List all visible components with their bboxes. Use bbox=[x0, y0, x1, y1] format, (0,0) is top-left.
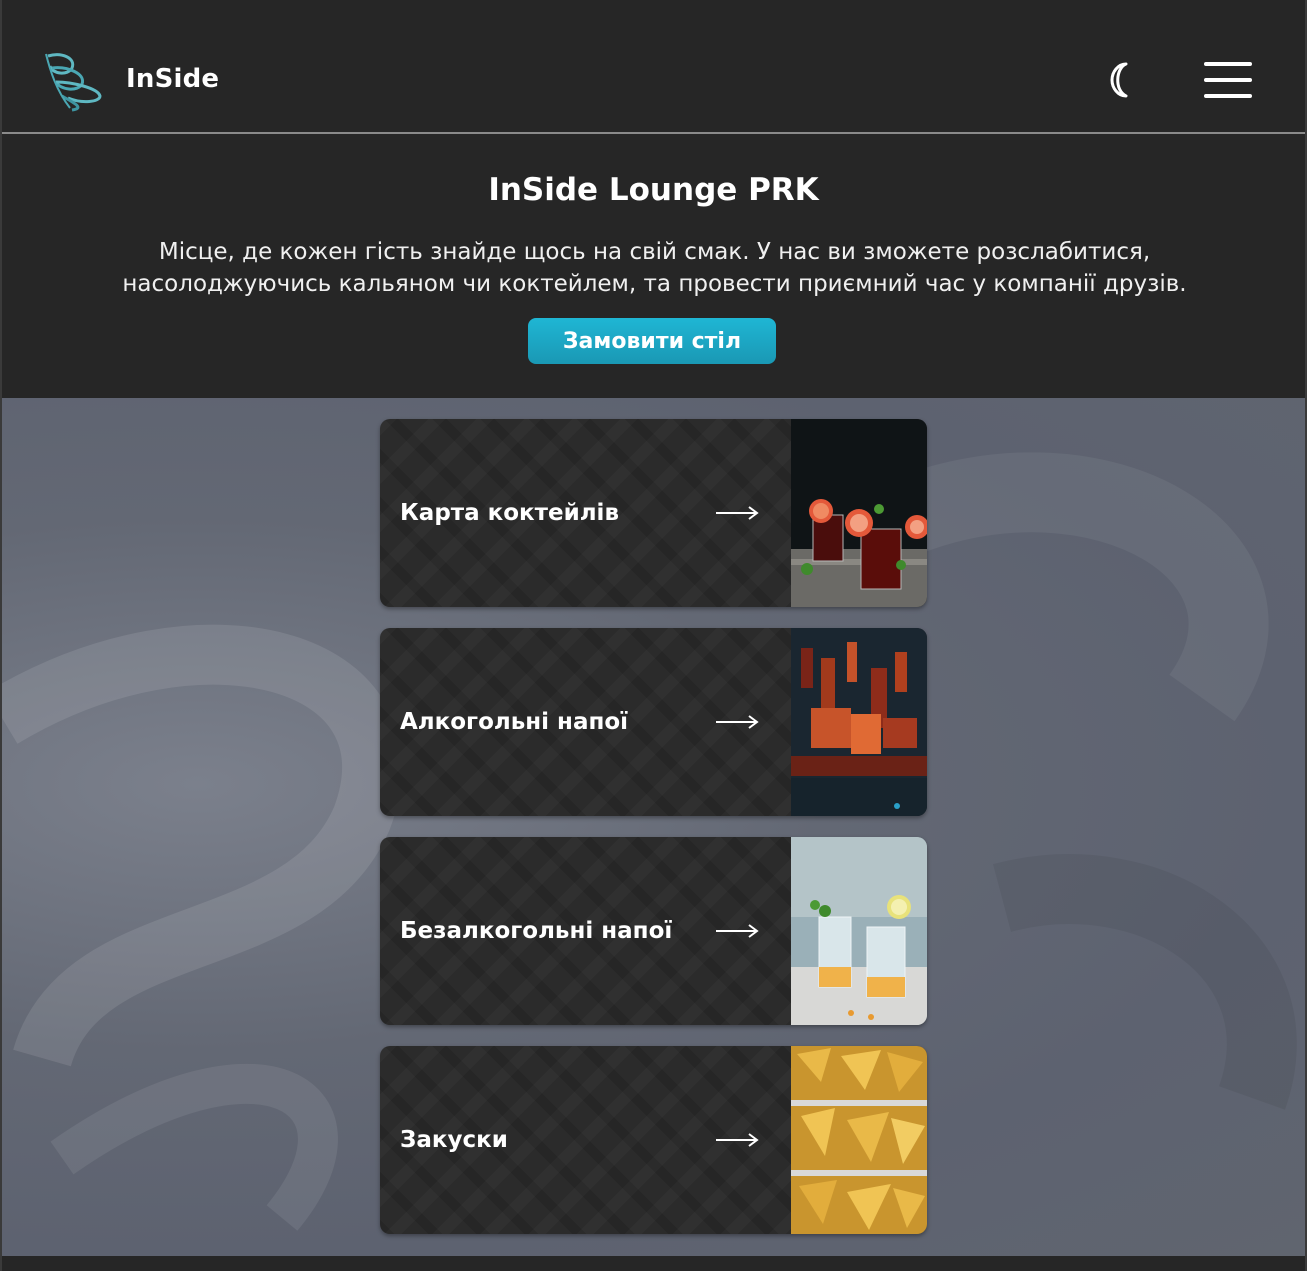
hero-description-line-1: Місце, де кожен гість знайде щось на сві… bbox=[158, 239, 1151, 265]
arrow-right-icon bbox=[716, 1133, 759, 1147]
menu-card-label: Закуски bbox=[400, 1127, 508, 1153]
inside-logo-icon[interactable] bbox=[42, 48, 106, 114]
menu-card-label: Алкогольні напої bbox=[400, 709, 629, 735]
arrow-right-icon bbox=[716, 506, 759, 520]
menu-card-label: Карта коктейлів bbox=[400, 500, 619, 526]
menu-card-alcohol[interactable]: Алкогольні напої bbox=[380, 628, 927, 816]
hero-description: Місце, де кожен гість знайде щось на сві… bbox=[22, 236, 1287, 300]
moon-icon[interactable] bbox=[1106, 60, 1138, 100]
cocktails-photo bbox=[791, 419, 927, 607]
menu-card-soft-drinks[interactable]: Безалкогольні напої bbox=[380, 837, 927, 1025]
hero-description-line-2: насолоджуючись кальяном чи коктейлем, та… bbox=[122, 271, 1187, 297]
nachos-photo bbox=[791, 1046, 927, 1234]
top-navbar: InSide bbox=[2, 0, 1305, 134]
arrow-right-icon bbox=[716, 715, 759, 729]
page-title: InSide Lounge PRK bbox=[488, 172, 819, 208]
book-table-button[interactable]: Замовити стіл bbox=[528, 318, 776, 364]
menu-card-cocktails[interactable]: Карта коктейлів bbox=[380, 419, 927, 607]
hamburger-menu-icon[interactable] bbox=[1204, 60, 1254, 100]
bottom-strip bbox=[2, 1256, 1305, 1271]
menu-categories-section: Карта коктейлів Алкогольні напої Безалко… bbox=[2, 398, 1305, 1256]
lemonade-photo bbox=[791, 837, 927, 1025]
hero-section: InSide Lounge PRK Місце, де кожен гість … bbox=[2, 136, 1305, 398]
arrow-right-icon bbox=[716, 924, 759, 938]
brand-name[interactable]: InSide bbox=[126, 64, 219, 94]
page: InSide InSide Lounge PRK Місце, де кожен… bbox=[0, 0, 1307, 1271]
menu-card-label: Безалкогольні напої bbox=[400, 918, 673, 944]
menu-card-snacks[interactable]: Закуски bbox=[380, 1046, 927, 1234]
alcohol-bar-photo bbox=[791, 628, 927, 816]
